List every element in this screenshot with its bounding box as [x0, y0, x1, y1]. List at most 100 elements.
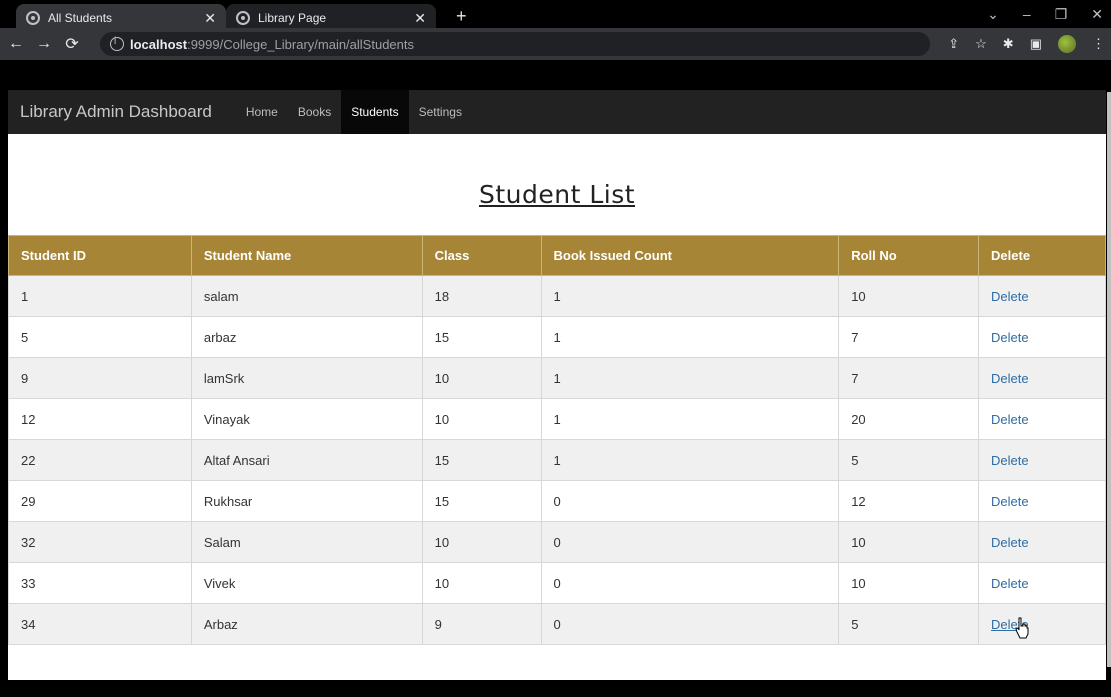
cell-student-id: 5: [8, 316, 192, 358]
cell-student-name: Vinayak: [190, 398, 423, 440]
cell-book-issued-count: 1: [540, 275, 840, 317]
table-row: 34 Arbaz 9 0 5 Delete: [8, 603, 1106, 645]
cell-roll-no: 7: [838, 316, 980, 358]
url-host: localhost: [130, 36, 188, 52]
cell-roll-no: 7: [838, 357, 980, 399]
cell-student-id: 22: [8, 439, 192, 481]
cell-roll-no: 5: [838, 603, 980, 645]
table-header-row: Student ID Student Name Class Book Issue…: [8, 235, 1106, 276]
cell-class: 18: [421, 275, 542, 317]
cell-class: 10: [421, 357, 542, 399]
cell-book-issued-count: 0: [540, 562, 840, 604]
reload-icon[interactable]: ⟳: [60, 34, 84, 54]
cell-student-name: arbaz: [190, 316, 423, 358]
cell-student-id: 32: [8, 521, 192, 563]
cell-roll-no: 10: [838, 562, 980, 604]
cell-book-issued-count: 1: [540, 439, 840, 481]
table-row: 9 lamSrk 10 1 7 Delete: [8, 357, 1106, 399]
col-header-class: Class: [421, 235, 542, 276]
cell-roll-no: 10: [838, 275, 980, 317]
forward-arrow-icon[interactable]: →: [32, 35, 56, 53]
toolbar-icons: ⇪ ☆ ✱ ▣ ⋮: [948, 32, 1105, 56]
cell-roll-no: 12: [838, 480, 980, 522]
cell-roll-no: 10: [838, 521, 980, 563]
table-row: 1 salam 18 1 10 Delete: [8, 275, 1106, 317]
cell-student-id: 29: [8, 480, 192, 522]
cell-student-name: Vivek: [190, 562, 423, 604]
sidepanel-icon[interactable]: ▣: [1030, 36, 1042, 52]
col-header-book-issued-count: Book Issued Count: [540, 235, 840, 276]
delete-link[interactable]: Delete: [991, 494, 1029, 509]
close-tab-icon[interactable]: ✕: [204, 10, 216, 27]
close-tab-icon[interactable]: ✕: [414, 10, 426, 27]
globe-icon: [26, 11, 40, 25]
col-header-student-name: Student Name: [190, 235, 423, 276]
cell-delete: Delete: [978, 275, 1106, 317]
cell-delete: Delete: [978, 521, 1106, 563]
nav-students[interactable]: Students: [341, 90, 409, 134]
new-tab-button[interactable]: +: [456, 6, 467, 27]
cell-class: 10: [421, 562, 542, 604]
delete-link[interactable]: Delete: [991, 371, 1029, 386]
cell-class: 15: [421, 316, 542, 358]
col-header-delete: Delete: [978, 235, 1106, 276]
col-header-roll-no: Roll No: [838, 235, 980, 276]
table-row: 29 Rukhsar 15 0 12 Delete: [8, 480, 1106, 522]
cell-class: 9: [421, 603, 542, 645]
cell-class: 10: [421, 521, 542, 563]
url-path: :9999/College_Library/main/allStudents: [187, 36, 414, 52]
star-icon[interactable]: ☆: [975, 36, 987, 52]
cell-class: 10: [421, 398, 542, 440]
cell-student-name: Arbaz: [190, 603, 423, 645]
brand-title[interactable]: Library Admin Dashboard: [20, 102, 212, 122]
tab-title: All Students: [48, 11, 113, 25]
share-icon[interactable]: ⇪: [948, 36, 959, 52]
cell-student-id: 9: [8, 357, 192, 399]
info-icon[interactable]: [110, 36, 124, 51]
window-controls: ⌄ – ❐ ✕: [987, 6, 1103, 23]
delete-link[interactable]: Delete: [991, 330, 1029, 345]
page-scrollbar[interactable]: [1107, 92, 1111, 667]
nav-home[interactable]: Home: [236, 90, 288, 134]
nav-books[interactable]: Books: [288, 90, 341, 134]
close-window-icon[interactable]: ✕: [1091, 6, 1103, 23]
cell-student-name: salam: [190, 275, 423, 317]
cell-book-issued-count: 0: [540, 521, 840, 563]
delete-link[interactable]: Delete: [991, 576, 1029, 591]
cell-delete: Delete: [978, 603, 1106, 645]
cell-student-id: 1: [8, 275, 192, 317]
page-viewport: Library Admin Dashboard Home Books Stude…: [8, 90, 1106, 680]
table-row: 5 arbaz 15 1 7 Delete: [8, 316, 1106, 358]
cell-class: 15: [421, 480, 542, 522]
extensions-icon[interactable]: ✱: [1003, 36, 1014, 52]
menu-icon[interactable]: ⋮: [1092, 36, 1105, 52]
minimize-icon[interactable]: –: [1023, 6, 1031, 23]
cell-delete: Delete: [978, 398, 1106, 440]
restore-icon[interactable]: ❐: [1055, 6, 1068, 23]
col-header-student-id: Student ID: [8, 235, 192, 276]
delete-link[interactable]: Delete: [991, 289, 1029, 304]
url-input[interactable]: localhost :9999/College_Library/main/all…: [100, 32, 930, 56]
table-row: 32 Salam 10 0 10 Delete: [8, 521, 1106, 563]
delete-link[interactable]: Delete: [991, 412, 1029, 427]
browser-tab-strip: All Students ✕ Library Page ✕ + ⌄ – ❐ ✕: [0, 0, 1111, 32]
cell-student-name: Altaf Ansari: [190, 439, 423, 481]
cell-delete: Delete: [978, 439, 1106, 481]
hand-cursor-icon: [1015, 617, 1029, 639]
page-title: Student List: [478, 180, 636, 209]
table-row: 33 Vivek 10 0 10 Delete: [8, 562, 1106, 604]
back-arrow-icon[interactable]: ←: [4, 35, 28, 53]
cell-delete: Delete: [978, 562, 1106, 604]
delete-link[interactable]: Delete: [991, 453, 1029, 468]
globe-icon: [236, 11, 250, 25]
profile-avatar[interactable]: [1058, 35, 1076, 53]
address-bar: ← → ⟳ localhost :9999/College_Library/ma…: [0, 28, 1111, 60]
table-row: 12 Vinayak 10 1 20 Delete: [8, 398, 1106, 440]
nav-settings[interactable]: Settings: [409, 90, 472, 134]
bottom-bar: [0, 680, 1111, 697]
chevron-down-icon[interactable]: ⌄: [987, 6, 999, 23]
delete-link[interactable]: Delete: [991, 535, 1029, 550]
cell-student-id: 33: [8, 562, 192, 604]
cell-student-id: 12: [8, 398, 192, 440]
cell-book-issued-count: 1: [540, 357, 840, 399]
